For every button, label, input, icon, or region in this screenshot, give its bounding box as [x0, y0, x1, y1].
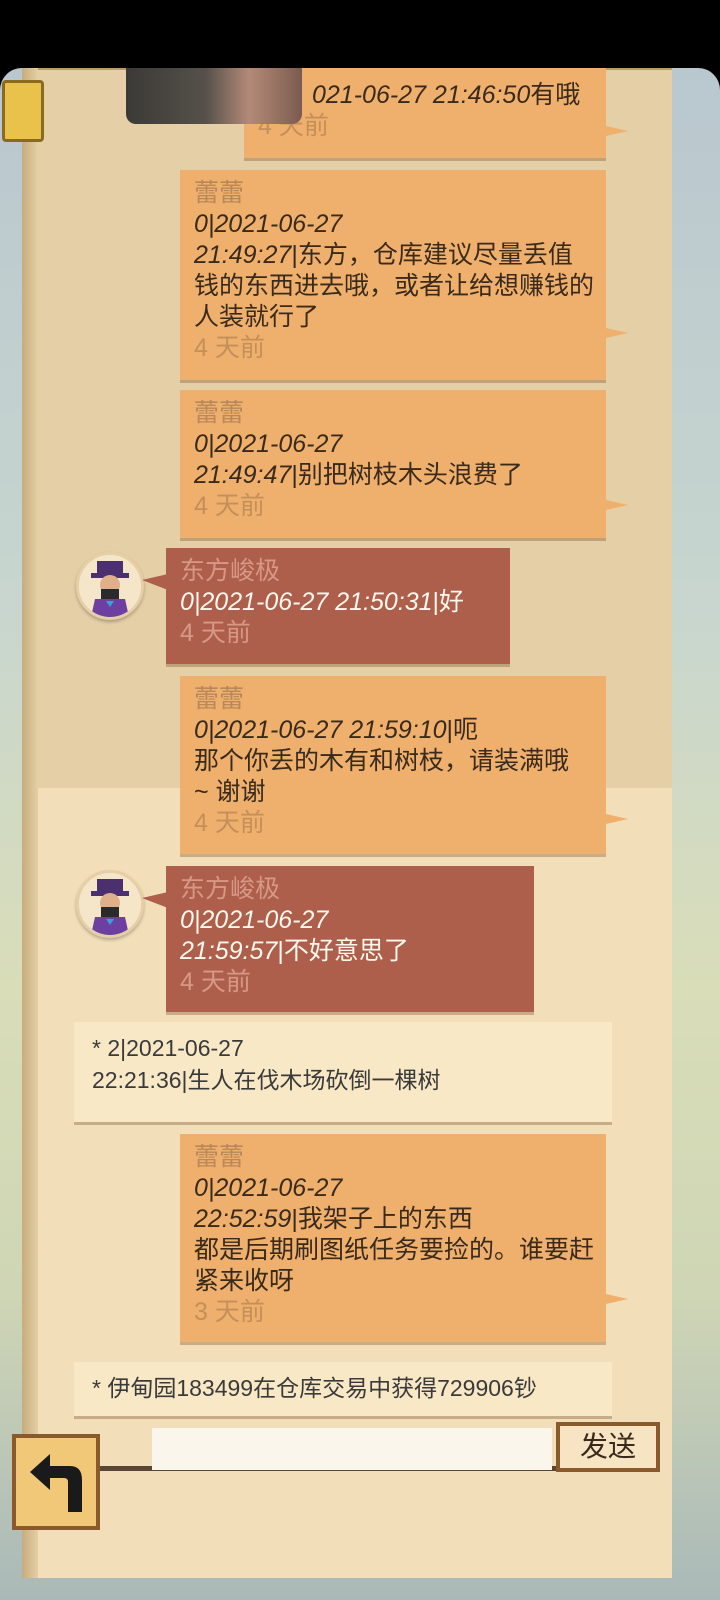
chat-message: 蕾蕾 0|2021-06-27 22:52:59|我架子上的东西 都是后期刷图纸… [180, 1134, 628, 1342]
message-meta-time: 21:49:47 [194, 461, 292, 489]
message-text-line: ~ 谢谢 [194, 778, 266, 806]
back-button[interactable] [12, 1434, 100, 1530]
message-text: 有哦 [530, 81, 581, 109]
message-text: |好 [432, 588, 465, 616]
chat-input[interactable] [152, 1428, 552, 1470]
message-meta: 0|2021-06-27 21:50:31 [180, 588, 433, 616]
message-meta: 0|2021-06-27 [194, 1174, 343, 1202]
message-sender: 蕾蕾 [194, 179, 245, 207]
message-time: 4 天前 [194, 334, 265, 362]
avatar-portrait-icon [79, 555, 141, 617]
message-text: |我架子上的东西 [291, 1205, 473, 1233]
message-sender: 蕾蕾 [194, 1143, 245, 1171]
video-overlay-thumbnail[interactable] [126, 68, 302, 124]
system-line: 22:21:36|生人在伐木场砍倒一棵树 [92, 1067, 441, 1093]
message-text: |别把树枝木头浪费了 [291, 461, 523, 489]
message-text: |不好意思了 [277, 937, 409, 965]
message-time: 4 天前 [194, 809, 265, 837]
message-time: 4 天前 [180, 968, 251, 996]
message-sender: 蕾蕾 [194, 399, 245, 427]
message-text-line: 都是后期刷图纸任务要捡的。谁要赶紧来收呀 [194, 1236, 595, 1295]
chat-message: 蕾蕾 0|2021-06-27 21:49:47|别把树枝木头浪费了 4 天前 [180, 390, 628, 538]
message-meta-time: 22:52:59 [194, 1205, 292, 1233]
player-avatar[interactable] [76, 870, 144, 938]
message-time: 4 天前 [194, 492, 265, 520]
message-meta: 0|2021-06-27 21:59:10 [194, 716, 447, 744]
paper-edge [22, 68, 38, 1578]
message-meta: 0|2021-06-27 [194, 210, 343, 238]
message-time: 4 天前 [258, 112, 329, 140]
message-text: |呃 [446, 716, 479, 744]
avatar-portrait-icon [79, 873, 141, 935]
send-button[interactable]: 发送 [556, 1422, 660, 1472]
message-sender: 蕾蕾 [194, 685, 245, 713]
chat-message-self: 东方峻极 0|2021-06-27 21:59:57|不好意思了 4 天前 [142, 866, 534, 1012]
message-time: 3 天前 [194, 1298, 265, 1326]
message-time: 4 天前 [180, 619, 251, 647]
message-meta: 021-06-27 21:46:50 [312, 81, 531, 109]
message-sender: 东方峻极 [180, 557, 281, 585]
message-sender: 东方峻极 [180, 875, 281, 903]
back-arrow-icon [30, 1454, 82, 1512]
player-avatar[interactable] [76, 552, 144, 620]
chat-message-self: 东方峻极 0|2021-06-27 21:50:31|好 4 天前 [142, 548, 510, 664]
message-meta-time: 21:59:57 [180, 937, 278, 965]
system-message: * 伊甸园183499在仓库交易中获得729906钞 [74, 1362, 612, 1416]
chat-message: 蕾蕾 0|2021-06-27 21:49:27|东方，仓库建议尽量丢值钱的东西… [180, 170, 628, 380]
system-line: * 伊甸园183499在仓库交易中获得729906钞 [92, 1375, 537, 1401]
game-background: 021-06-27 21:46:50有哦 4 天前 蕾蕾 0|2021-06-2… [0, 68, 720, 1600]
message-text-line: 那个你丢的木有和树枝，请装满哦 [194, 747, 570, 775]
system-message: * 2|2021-06-27 22:21:36|生人在伐木场砍倒一棵树 [74, 1022, 612, 1122]
message-meta: 0|2021-06-27 [194, 430, 343, 458]
panel-tab [2, 80, 44, 142]
chat-message: 蕾蕾 0|2021-06-27 21:59:10|呃 那个你丢的木有和树枝，请装… [180, 676, 628, 854]
system-line: * 2|2021-06-27 [92, 1035, 244, 1061]
message-meta-time: 21:49:27 [194, 241, 292, 269]
message-meta: 0|2021-06-27 [180, 906, 329, 934]
